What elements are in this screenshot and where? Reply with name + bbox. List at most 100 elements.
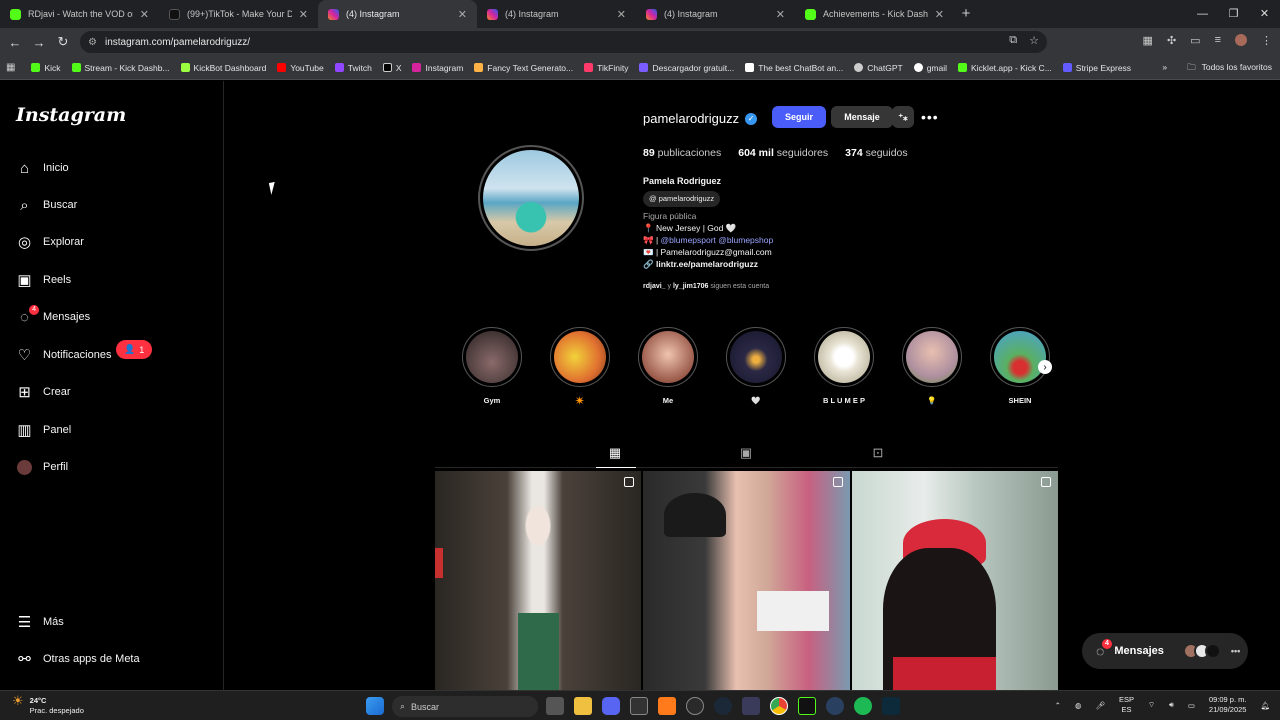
profile-avatar[interactable] (478, 145, 584, 251)
close-tab-icon[interactable]: ✕ (458, 8, 467, 21)
followed-by[interactable]: rdjavi_ y ly_jim1706 siguen esta cuenta (643, 283, 769, 290)
chrome-icon[interactable] (770, 697, 788, 715)
bookmark[interactable]: Instagram (412, 63, 463, 73)
post-thumbnail[interactable] (435, 471, 642, 690)
app-icon[interactable] (742, 697, 760, 715)
nav-crear[interactable]: ⊞ Crear (16, 382, 70, 402)
close-tab-icon[interactable]: ✕ (776, 8, 785, 21)
bookmark[interactable]: YouTube (277, 63, 324, 73)
messages-floating-button[interactable]: ◌ 4 Mensajes ••• (1082, 633, 1248, 669)
highlight[interactable]: Me (638, 327, 698, 405)
chevron-up-icon[interactable]: ⌃ (1055, 701, 1061, 710)
terminal-icon[interactable] (882, 697, 900, 715)
highlight[interactable]: 🤍 (726, 327, 786, 405)
bookmark[interactable]: Descargador gratuit... (639, 63, 734, 73)
chevron-right-icon[interactable]: › (1038, 360, 1052, 374)
nav-otras-apps[interactable]: ⚯ Otras apps de Meta (16, 649, 139, 669)
volume-icon[interactable]: 🔊︎ (1169, 700, 1174, 710)
network-icon[interactable]: ⌔ (1148, 700, 1155, 710)
kebab-menu-icon[interactable]: ⋮ (1261, 34, 1272, 47)
kick-app-icon[interactable] (798, 697, 816, 715)
following-stat[interactable]: 374 seguidos (845, 147, 907, 159)
threads-badge[interactable]: @ pamelarodriguzz (643, 191, 721, 207)
all-bookmarks-link[interactable]: Todos los favoritos (1202, 62, 1272, 76)
post-thumbnail[interactable] (643, 471, 850, 690)
tab-reels[interactable]: ▣ (738, 444, 754, 462)
apps-grid-icon[interactable]: ▦ (6, 62, 15, 73)
taskbar-search[interactable]: ⌕ Buscar (392, 696, 538, 717)
follow-button[interactable]: Seguir (772, 106, 826, 128)
nav-mas[interactable]: ☰ Más (16, 612, 64, 632)
app-icon[interactable] (658, 697, 676, 715)
highlight[interactable]: ✴️ (550, 327, 610, 405)
bookmark[interactable]: Stripe Express (1062, 63, 1131, 73)
bookmark[interactable]: ChatGPT (854, 63, 903, 73)
bookmark[interactable]: Twitch (334, 63, 372, 73)
bio-mention-link[interactable]: @blumepsport @blumepshop (661, 235, 774, 245)
bookmark[interactable]: X (382, 63, 401, 73)
notification-pill[interactable]: 👤 1 (116, 340, 153, 359)
suggest-user-button[interactable]: ⁺⁎ (892, 106, 914, 128)
message-button[interactable]: Mensaje (831, 106, 893, 128)
discord-icon[interactable] (602, 697, 620, 715)
tab-posts-grid[interactable]: ▦ (607, 444, 623, 462)
nav-mensajes[interactable]: ◌ 4 Mensajes (16, 304, 90, 327)
more-options-icon[interactable]: ••• (921, 109, 939, 125)
mic-icon[interactable]: 🎤︎ (1095, 701, 1105, 710)
browser-tab[interactable]: (99+)TikTok - Make Your Day ✕ (159, 0, 318, 28)
browser-tab[interactable]: Achievements - Kick Dashboard✕ (795, 0, 954, 28)
close-tab-icon[interactable]: ✕ (617, 8, 626, 21)
nav-buscar[interactable]: ⌕ Buscar (16, 195, 77, 215)
bio-external-link[interactable]: 🔗 linktr.ee/pamelarodriguzz (643, 258, 963, 270)
bookmark-star-icon[interactable]: ☆ (1029, 34, 1039, 47)
media-icon[interactable]: ≡ (1215, 34, 1221, 47)
browser-tab[interactable]: RDjavi - Watch the VOD on Kick✕ (0, 0, 159, 28)
site-info-icon[interactable]: ⚙ (88, 37, 97, 48)
nav-inicio[interactable]: ⌂ Inicio (16, 158, 69, 178)
close-tab-icon[interactable]: ✕ (935, 8, 944, 21)
app-icon[interactable] (630, 697, 648, 715)
close-tab-icon[interactable]: ✕ (299, 8, 308, 21)
bookmark[interactable]: The best ChatBot an... (745, 63, 843, 73)
taskview-icon[interactable] (546, 697, 564, 715)
nav-perfil[interactable]: Perfil (16, 457, 68, 477)
close-window-icon[interactable]: ✕ (1249, 0, 1280, 28)
highlight[interactable]: B L U M E P (814, 327, 874, 405)
post-thumbnail[interactable] (851, 471, 1058, 690)
nav-explorar[interactable]: ◎ Explorar (16, 232, 84, 252)
spotify-icon[interactable] (854, 697, 872, 715)
profile-avatar-icon[interactable] (1235, 34, 1247, 46)
browser-tab-active[interactable]: (4) Instagram ✕ (318, 0, 477, 28)
close-tab-icon[interactable]: ✕ (140, 8, 149, 21)
sidepanel-icon[interactable]: ▭ (1190, 34, 1200, 47)
steam-icon[interactable] (714, 697, 732, 715)
battery-icon[interactable]: ▭ (1188, 701, 1195, 710)
language-indicator[interactable]: ESP ES (1119, 695, 1134, 715)
nav-panel[interactable]: ▥ Panel (16, 420, 71, 440)
more-icon[interactable]: ••• (1231, 646, 1240, 656)
bookmark[interactable]: TikFinity (584, 63, 628, 73)
minimize-icon[interactable]: — (1187, 0, 1218, 28)
bookmark[interactable]: Stream - Kick Dashb... (71, 63, 170, 73)
app-icon[interactable] (686, 697, 704, 715)
url-field[interactable]: ⚙ instagram.com/pamelarodriguzz/ ⧉ ☆ (80, 31, 1047, 53)
notification-bell-icon[interactable]: 🔔︎ (1260, 701, 1270, 710)
instagram-logo[interactable]: Instagram (16, 104, 126, 126)
browser-tab[interactable]: (4) Instagram ✕ (477, 0, 636, 28)
cast-icon[interactable]: ⧉ (1009, 34, 1017, 47)
forward-icon[interactable]: → (27, 35, 51, 50)
clock[interactable]: 09:09 p. m. 21/09/2025 (1209, 695, 1247, 715)
followers-stat[interactable]: 604 mil seguidores (738, 147, 828, 159)
puzzle-icon[interactable]: ✣ (1167, 34, 1176, 47)
file-explorer-icon[interactable] (574, 697, 592, 715)
bookmark[interactable]: KickBot Dashboard (180, 63, 266, 73)
highlight[interactable]: Gym (462, 327, 522, 405)
bookmark[interactable]: Fancy Text Generato... (474, 63, 573, 73)
bookmark[interactable]: Kick (31, 63, 61, 73)
bookmark[interactable]: Kicklet.app - Kick C... (958, 63, 1052, 73)
new-tab-icon[interactable]: + (954, 0, 978, 28)
maximize-icon[interactable]: ❐ (1218, 0, 1249, 28)
browser-tab[interactable]: (4) Instagram ✕ (636, 0, 795, 28)
back-icon[interactable]: ← (3, 35, 27, 50)
bookmark[interactable]: gmail (913, 63, 947, 73)
